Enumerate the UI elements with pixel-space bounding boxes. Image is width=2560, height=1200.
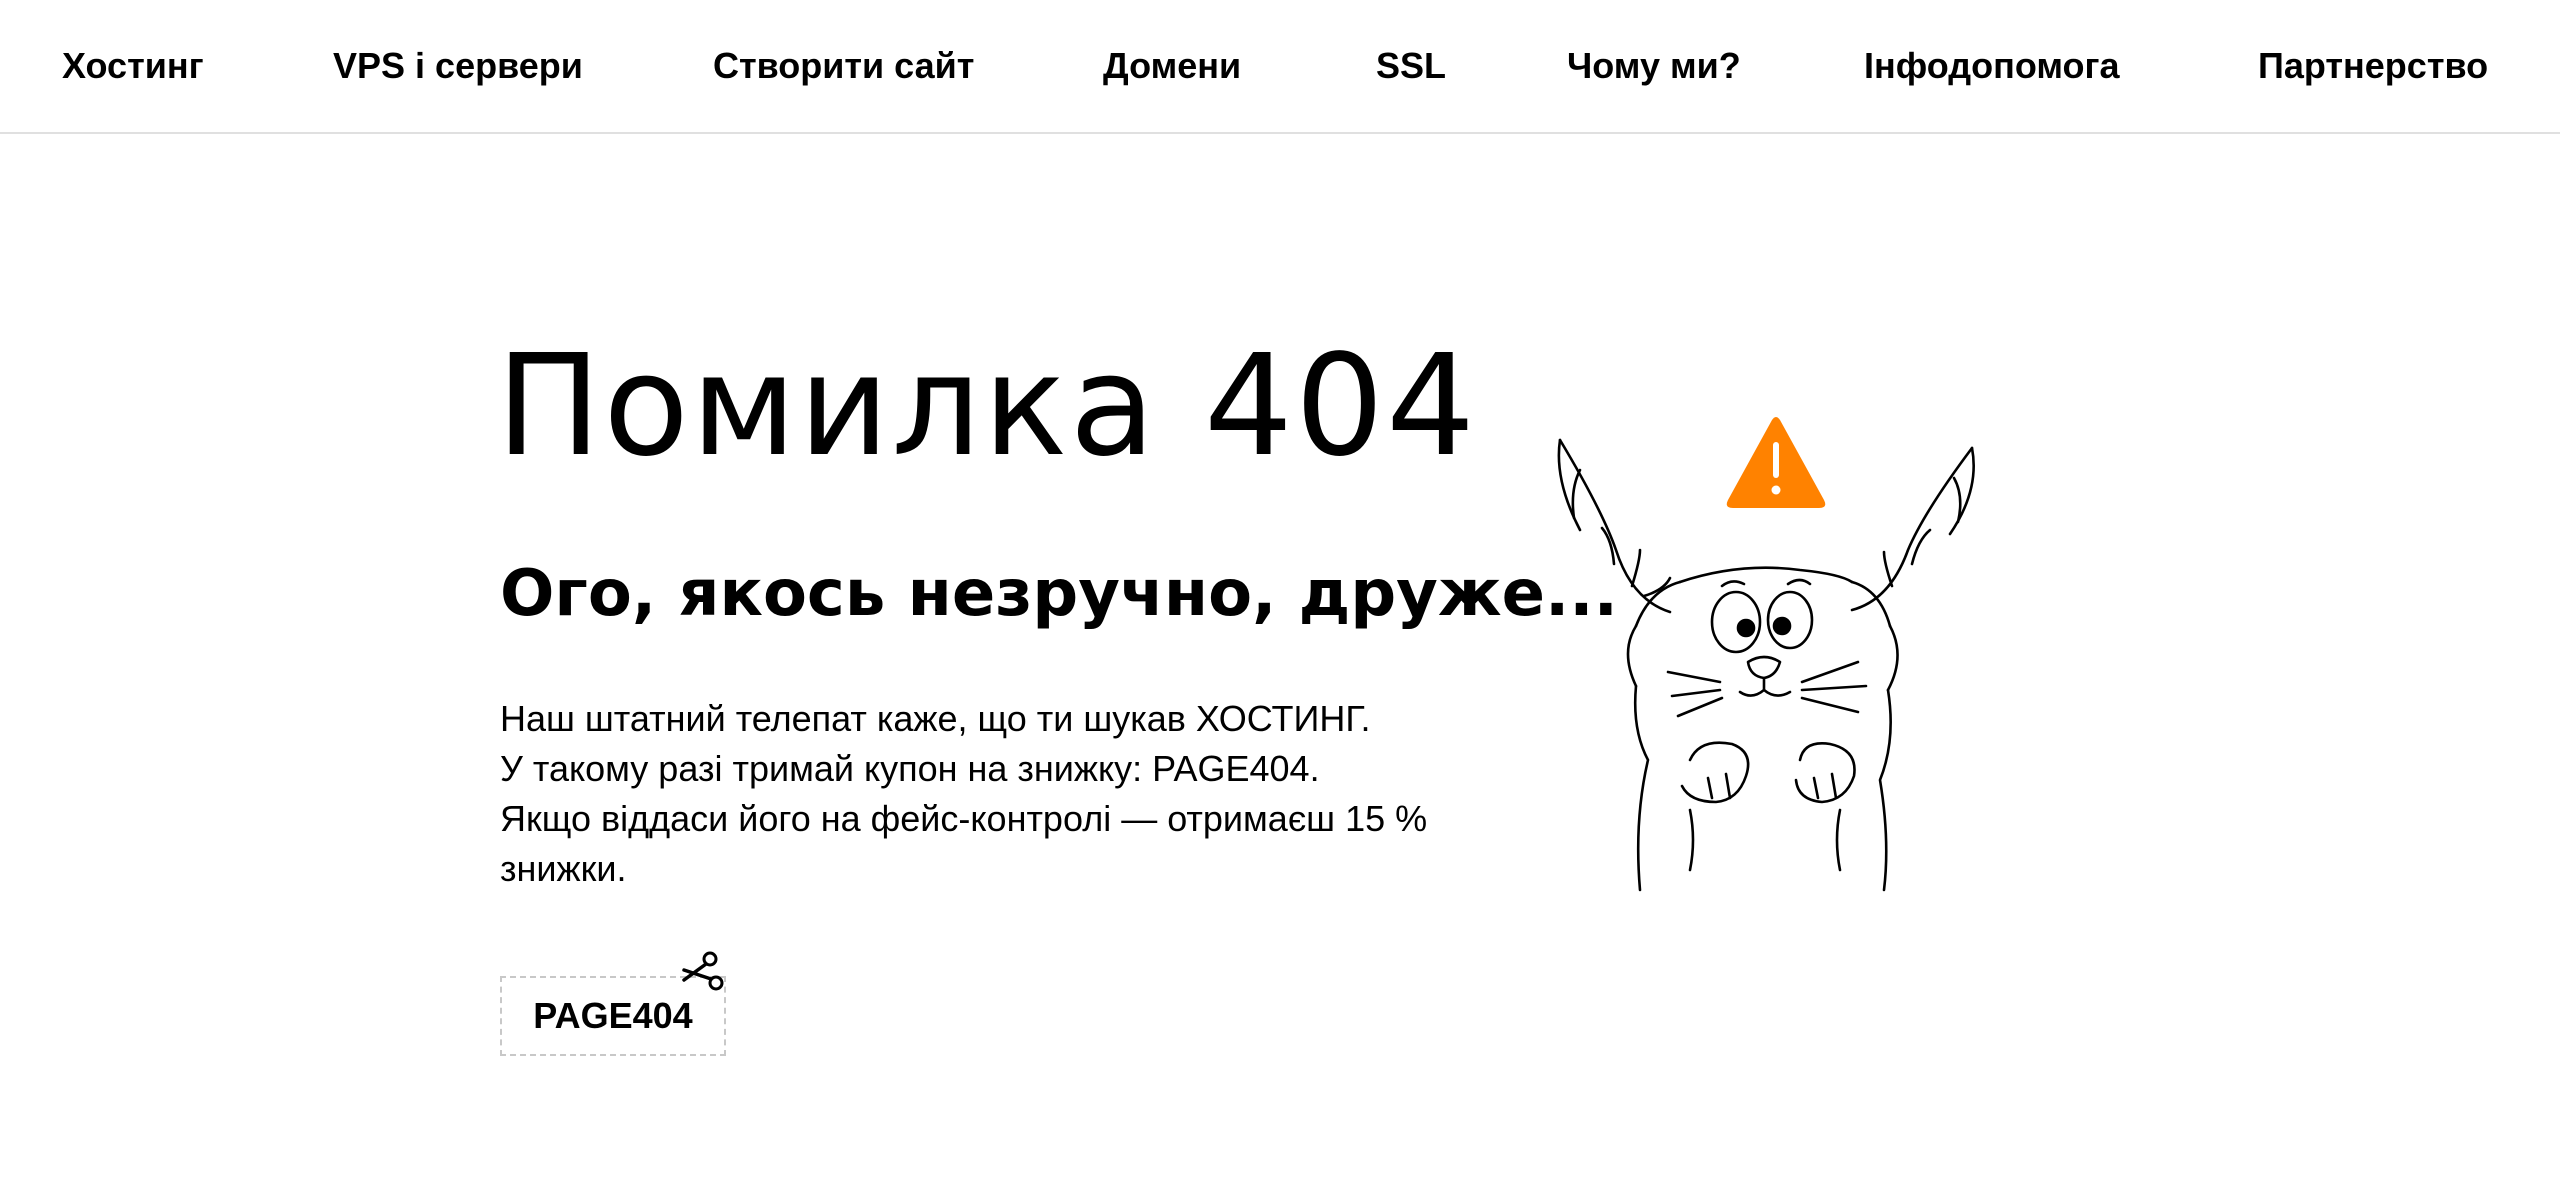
- description-line: Наш штатний телепат каже, що ти шукав ХО…: [500, 698, 1371, 739]
- nav-item-vps-servers[interactable]: VPS і сервери: [333, 40, 583, 92]
- page-title: Помилка 404: [496, 325, 1478, 488]
- description-line: У такому разі тримай купон на знижку: PA…: [500, 748, 1320, 789]
- nav-item-partnership[interactable]: Партнерство: [2258, 40, 2488, 92]
- nav-item-info-help[interactable]: Інфодопомога: [1864, 40, 2120, 92]
- nav-item-why-us[interactable]: Чому ми?: [1567, 40, 1741, 92]
- description-line: знижки.: [500, 848, 627, 889]
- warning-triangle-icon: [1726, 417, 1826, 508]
- nav-item-domains[interactable]: Домени: [1103, 40, 1241, 92]
- scissors-icon: [682, 951, 724, 991]
- coupon-description: Наш штатний телепат каже, що ти шукав ХО…: [500, 694, 1510, 894]
- nav-item-create-site[interactable]: Створити сайт: [713, 40, 974, 92]
- page-subtitle: Ого, якось незручно, друже...: [500, 557, 1618, 631]
- nav-item-hosting[interactable]: Хостинг: [62, 40, 204, 92]
- cat-with-antlers-illustration: [1557, 417, 1975, 892]
- nav-item-ssl[interactable]: SSL: [1376, 40, 1446, 92]
- description-line: Якщо віддаси його на фейс-контролі — отр…: [500, 798, 1428, 839]
- top-navigation: Хостинг VPS і сервери Створити сайт Доме…: [0, 0, 2560, 134]
